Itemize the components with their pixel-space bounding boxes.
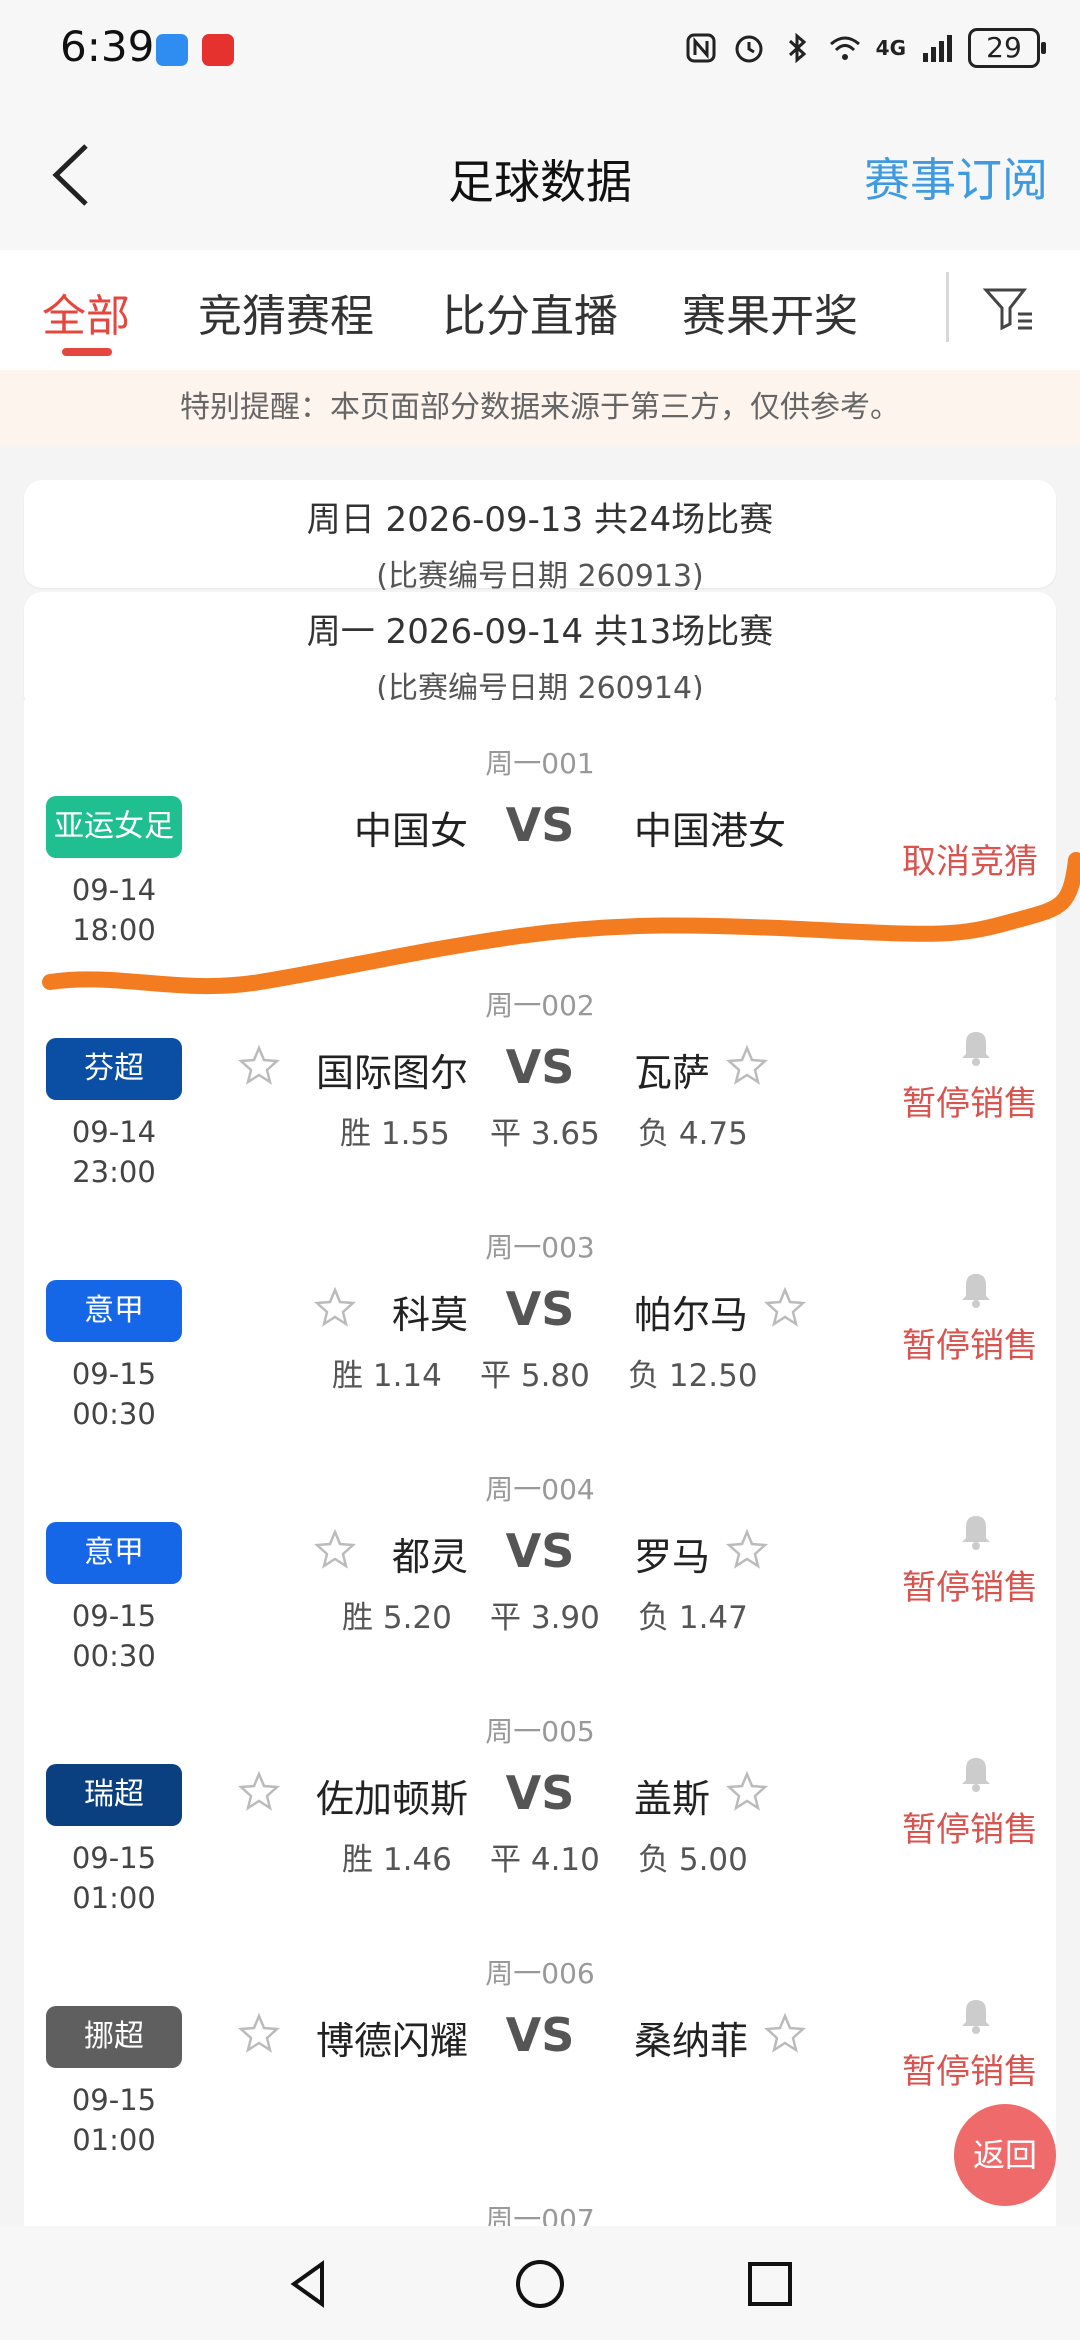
tab-all[interactable]: 全部 [42, 280, 130, 344]
tv-app-icon [202, 34, 234, 66]
nav-recents-icon[interactable] [742, 2256, 798, 2312]
return-button[interactable]: 返回 [954, 2104, 1056, 2206]
network-type: 4G [875, 36, 906, 60]
match-status[interactable]: 暂停销售 [902, 1802, 1038, 1851]
nav-back-icon[interactable] [282, 2256, 338, 2312]
app-header: 足球数据 赛事订阅 [0, 100, 1080, 250]
away-team: 桑纳菲 [634, 2019, 749, 2063]
match-date: 09-14 [71, 1115, 157, 1149]
filter-icon[interactable] [980, 280, 1036, 336]
odds-win[interactable]: 胜 1.46 [342, 1834, 452, 1879]
match-code: 周一005 [485, 1715, 595, 1748]
subscribe-button[interactable]: 赛事订阅 [864, 144, 1048, 210]
match-datetime: 09-15 01:00 [46, 1838, 182, 1918]
away-team: 罗马 [634, 1535, 711, 1579]
tab-divider [946, 272, 949, 342]
status-icons: 4G 29 [684, 28, 1046, 68]
bell-icon[interactable] [958, 1510, 994, 1550]
status-time: 6:39 [60, 22, 155, 71]
match-date: 09-15 [71, 2083, 157, 2117]
date-header-monday[interactable]: 周一 2026-09-14 共13场比赛 (比赛编号日期 260914) [24, 592, 1056, 712]
match-code: 周一001 [485, 747, 595, 780]
date-subtitle: (比赛编号日期 260913) [376, 559, 704, 594]
odds-win[interactable]: 胜 5.20 [342, 1592, 452, 1637]
match-date: 09-15 [71, 1357, 157, 1391]
wifi-icon [829, 36, 860, 60]
away-team: 帕尔马 [634, 1293, 749, 1337]
signal-icon [923, 35, 952, 62]
match-code: 周一003 [485, 1231, 595, 1264]
odds-draw[interactable]: 平 3.90 [490, 1592, 600, 1637]
away-team: 中国港女 [634, 809, 787, 853]
nav-home-icon[interactable] [512, 2256, 568, 2312]
active-tab-indicator [62, 348, 112, 356]
match-datetime: 09-15 01:00 [46, 2080, 182, 2160]
match-datetime: 09-15 00:30 [46, 1596, 182, 1676]
favorite-star-icon[interactable] [764, 2012, 806, 2054]
notice-banner: 特别提醒：本页面部分数据来源于第三方，仅供参考。 [0, 370, 1080, 446]
away-team: 盖斯 [634, 1777, 711, 1821]
match-datetime: 09-14 18:00 [46, 870, 182, 950]
match-row[interactable]: 周一002 芬超 09-14 23:00 国际图尔 VS 瓦萨 胜 1.55 平 … [24, 942, 1056, 1189]
match-row[interactable]: 周一001 亚运女足 09-14 18:00 中国女 VS 中国港女 取消竞猜 [24, 700, 1056, 947]
battery-indicator: 29 [968, 28, 1046, 68]
match-datetime: 09-15 00:30 [46, 1354, 182, 1434]
match-date: 09-14 [71, 873, 157, 907]
odds-lose[interactable]: 负 12.50 [628, 1350, 758, 1395]
match-row[interactable]: 周一005 瑞超 09-15 01:00 佐加顿斯 VS 盖斯 胜 1.46 平 … [24, 1668, 1056, 1915]
match-list: 周一001 亚运女足 09-14 18:00 中国女 VS 中国港女 取消竞猜 周… [24, 700, 1056, 2240]
favorite-star-icon[interactable] [726, 1770, 768, 1812]
odds-win[interactable]: 胜 1.55 [340, 1108, 450, 1153]
favorite-star-icon[interactable] [764, 1286, 806, 1328]
alarm-icon [735, 35, 763, 63]
odds-draw[interactable]: 平 4.10 [490, 1834, 600, 1879]
date-title: 周一 2026-09-14 共13场比赛 [306, 612, 774, 652]
bluetooth-icon [788, 32, 806, 64]
tab-bar: 全部 竞猜赛程 比分直播 赛果开奖 [0, 250, 1080, 370]
match-status[interactable]: 取消竞猜 [902, 834, 1038, 883]
bell-icon[interactable] [958, 1752, 994, 1792]
match-status[interactable]: 暂停销售 [902, 1076, 1038, 1125]
date-header-sunday[interactable]: 周日 2026-09-13 共24场比赛 (比赛编号日期 260913) [24, 480, 1056, 594]
match-status[interactable]: 暂停销售 [902, 2044, 1038, 2093]
system-nav-bar [0, 2226, 1080, 2340]
match-date: 09-15 [71, 1599, 157, 1633]
match-status[interactable]: 暂停销售 [902, 1318, 1038, 1367]
match-row[interactable]: 周一003 意甲 09-15 00:30 科莫 VS 帕尔马 胜 1.14 平 5… [24, 1184, 1056, 1431]
match-date: 09-15 [71, 1841, 157, 1875]
match-status[interactable]: 暂停销售 [902, 1560, 1038, 1609]
date-title: 周日 2026-09-13 共24场比赛 [306, 500, 774, 540]
match-row[interactable]: 周一006 挪超 09-15 01:00 博德闪耀 VS 桑纳菲 暂停销售 [24, 1910, 1056, 2157]
odds-lose[interactable]: 负 4.75 [638, 1108, 748, 1153]
away-team: 瓦萨 [634, 1051, 711, 1095]
odds-lose[interactable]: 负 5.00 [638, 1834, 748, 1879]
odds-draw[interactable]: 平 3.65 [490, 1108, 600, 1153]
favorite-star-icon[interactable] [726, 1044, 768, 1086]
tab-results[interactable]: 赛果开奖 [682, 280, 858, 344]
odds-lose[interactable]: 负 1.47 [638, 1592, 748, 1637]
match-code: 周一004 [485, 1473, 595, 1506]
odds-win[interactable]: 胜 1.14 [332, 1350, 442, 1395]
odds-draw[interactable]: 平 5.80 [480, 1350, 590, 1395]
nfc-icon [686, 33, 716, 63]
match-datetime: 09-14 23:00 [46, 1112, 182, 1192]
favorite-star-icon[interactable] [726, 1528, 768, 1570]
bell-icon[interactable] [958, 1994, 994, 2034]
match-code: 周一006 [485, 1957, 595, 1990]
tab-betting-schedule[interactable]: 竞猜赛程 [198, 280, 374, 344]
status-bar: 6:39 4G 29 [0, 0, 1080, 100]
bell-icon[interactable] [958, 1268, 994, 1308]
weather-app-icon [156, 34, 188, 66]
match-row[interactable]: 周一004 意甲 09-15 00:30 都灵 VS 罗马 胜 5.20 平 3.… [24, 1426, 1056, 1673]
match-code: 周一002 [485, 989, 595, 1022]
bell-icon[interactable] [958, 1026, 994, 1066]
tab-live-score[interactable]: 比分直播 [442, 280, 618, 344]
